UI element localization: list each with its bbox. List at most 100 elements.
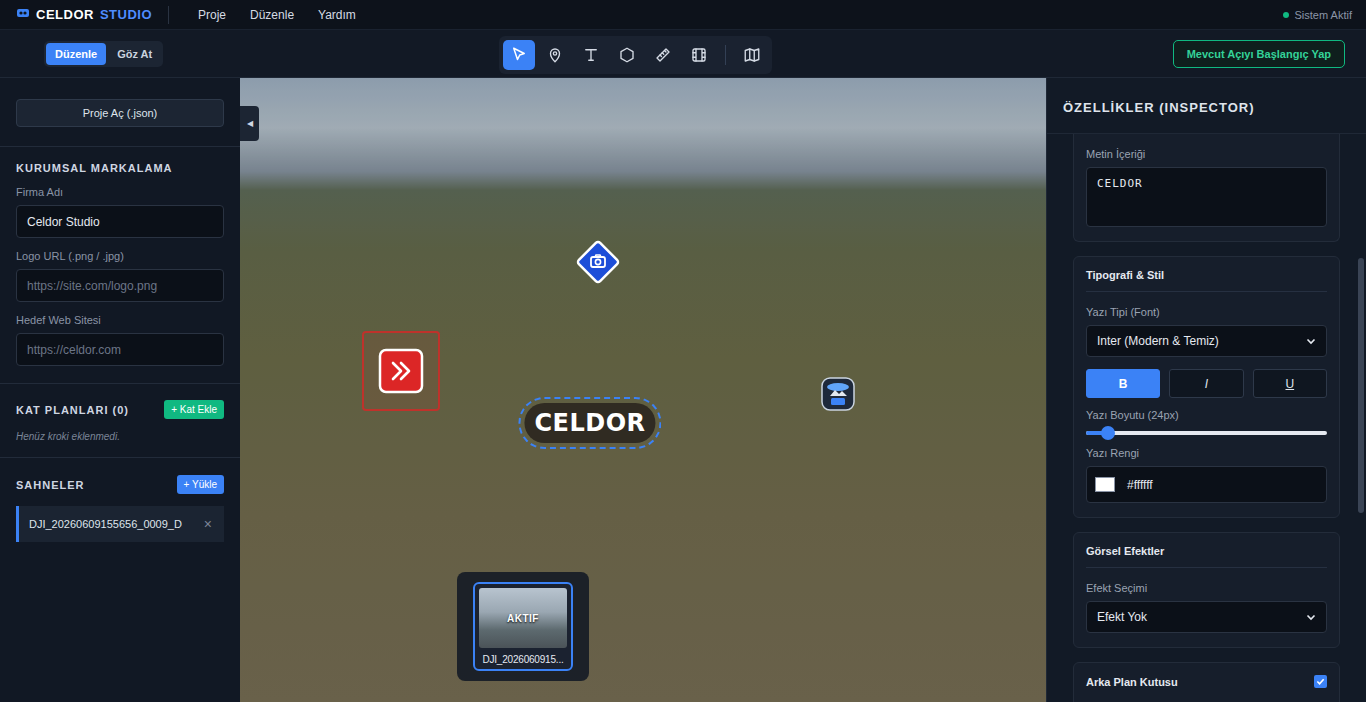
element: SAHNELER + Yükle: [16, 475, 224, 494]
background-checkbox[interactable]: [1314, 675, 1327, 688]
add-floor-button[interactable]: + Kat Ekle: [164, 400, 224, 419]
mode-button[interactable]: Göz At: [108, 43, 161, 65]
text-field[interactable]: https://celdor.com: [16, 333, 224, 366]
text-content-field[interactable]: CELDOR: [1086, 167, 1327, 227]
color-swatch: [1095, 477, 1115, 492]
slider-thumb[interactable]: [1101, 426, 1115, 440]
film-icon: [690, 46, 708, 64]
thumbnail-label: DJI_2026060915...: [479, 654, 567, 665]
text-field[interactable]: https://site.com/logo.png: [16, 269, 224, 302]
element: [0, 383, 240, 384]
active-badge: AKTIF: [507, 613, 539, 624]
text-field[interactable]: Celdor Studio: [16, 205, 224, 238]
map-icon: [743, 46, 761, 64]
mode-button[interactable]: Düzenle: [46, 43, 106, 65]
field-label: Yazı Boyutu (24px): [1086, 409, 1327, 421]
chevron-down-icon: [1306, 612, 1316, 622]
scenes-section: SAHNELER + Yükle DJI_20260609155656_0009_D…: [0, 458, 240, 542]
section-title: KURUMSAL MARKALAMA: [16, 162, 224, 174]
text-hotspot[interactable]: CELDOR: [518, 397, 661, 449]
select-value: Inter (Modern & Temiz): [1097, 334, 1219, 348]
scene-item[interactable]: DJI_20260609155656_0009_D×: [16, 506, 224, 542]
measure-icon: [654, 46, 672, 64]
field-label: Firma Adı: [16, 186, 224, 198]
field-label: Logo URL (.png / .jpg): [16, 250, 224, 262]
left-sidebar: ◀Proje Aç (.json)KURUMSAL MARKALAMAFirma…: [0, 78, 240, 702]
top-bar: CELDOR STUDIO Proje Düzenle Yardım Sistem Akt…: [0, 0, 1366, 30]
start-view-button[interactable]: Mevcut Açıyı Başlangıç Yap: [1173, 40, 1345, 68]
scene-thumbnail[interactable]: AKTIF DJI_2026060915...: [473, 582, 573, 671]
workspace: ◀ Proje Aç (.json) KURUMSAL MARKALAMA Firma…: [0, 78, 1366, 702]
tool-separator: [725, 45, 726, 65]
style-button[interactable]: I: [1169, 369, 1243, 398]
content-card: Metin İçeriği CELDOR: [1073, 134, 1340, 242]
empty-text: Henüz kroki eklenmedi.: [16, 431, 224, 442]
tool-button[interactable]: [683, 40, 715, 70]
background-card: Arka Plan Kutusu: [1073, 662, 1340, 702]
field-label: Efekt Seçimi: [1086, 582, 1327, 594]
tool-group: [499, 36, 772, 74]
menu-item[interactable]: Proje: [198, 8, 226, 22]
polygon-icon: [618, 46, 636, 64]
floor-plans-section: KAT PLANLARI (0) + Kat Ekle Henüz kroki ek…: [0, 384, 240, 442]
card-title: Tipografi & Stil: [1086, 269, 1327, 292]
model3d-icon: [820, 376, 856, 412]
element: [0, 146, 240, 147]
model3d-hotspot[interactable]: [820, 376, 856, 412]
field-label: Yazı Rengi: [1086, 447, 1327, 459]
mode-toggle: DüzenleGöz At: [44, 41, 163, 67]
scrollbar[interactable]: [1358, 258, 1364, 513]
link-hotspot[interactable]: [362, 331, 440, 411]
pin-icon: [546, 46, 564, 64]
panorama-viewer[interactable]: CELDOR AKTIF DJI_2026060915...: [240, 78, 1046, 702]
pointer-icon: [510, 46, 528, 64]
upload-button[interactable]: + Yükle: [177, 475, 224, 494]
remove-button[interactable]: ×: [204, 516, 212, 532]
collapse-button[interactable]: ◀: [240, 106, 259, 141]
logo-icon: [16, 7, 30, 22]
field-label: Hedef Web Sitesi: [16, 314, 224, 326]
status-text: Sistem Aktif: [1295, 9, 1352, 21]
effects-card: Görsel EfektlerEfekt SeçimiEfekt Yok: [1073, 532, 1340, 648]
inspector-panel: ÖZELLİKLER (INSPECTOR)Metin İçeriğiCELDO…: [1046, 78, 1366, 702]
element: Proje Aç (.json): [0, 78, 240, 127]
tool-button[interactable]: [611, 40, 643, 70]
menu-item[interactable]: Yardım: [318, 8, 356, 22]
menu-item[interactable]: Düzenle: [250, 8, 294, 22]
field-label: Yazı Tipi (Font): [1086, 306, 1327, 318]
photo-shade: [240, 78, 1046, 702]
text-label: CELDOR: [524, 403, 655, 443]
style-button[interactable]: B: [1086, 369, 1160, 398]
thumbnail-image: AKTIF: [479, 588, 567, 648]
tool-button[interactable]: [575, 40, 607, 70]
color-value: #ffffff: [1127, 478, 1153, 492]
menu-bar: Proje Düzenle Yardım: [198, 8, 356, 22]
section-title: KAT PLANLARI (0): [16, 404, 129, 416]
effect-select[interactable]: Efekt Yok: [1086, 601, 1327, 633]
camera-hotspot[interactable]: [571, 235, 625, 289]
branding-section: KURUMSAL MARKALAMA Firma Adı Celdor Studio…: [0, 147, 240, 366]
element: [0, 457, 240, 458]
tool-button[interactable]: [647, 40, 679, 70]
text-icon: [582, 46, 600, 64]
tool-button[interactable]: [539, 40, 571, 70]
element: Arka Plan Kutusu: [1086, 675, 1327, 702]
brand-suffix: STUDIO: [100, 7, 152, 22]
brand: CELDOR STUDIO: [16, 6, 169, 24]
size-slider[interactable]: [1086, 431, 1327, 435]
typography-card: Tipografi & Stil Yazı Tipi (Font) Inter (M…: [1073, 256, 1340, 518]
font-select[interactable]: Inter (Modern & Temiz): [1086, 325, 1327, 357]
inspector-body: Metin İçeriği CELDOR Tipografi & Stil Yazı …: [1047, 134, 1366, 702]
color-field[interactable]: #ffffff: [1086, 466, 1327, 503]
tool-button[interactable]: [736, 40, 768, 70]
style-button[interactable]: U: [1253, 369, 1327, 398]
status-dot-icon: [1283, 12, 1289, 18]
tool-button[interactable]: [503, 40, 535, 70]
tool-bar: DüzenleGöz At Mevcut Açıyı Başlangıç Yap: [0, 30, 1366, 78]
field-label: Metin İçeriği: [1086, 148, 1327, 160]
style-buttons: BIU: [1086, 369, 1327, 398]
section-title: SAHNELER: [16, 479, 85, 491]
open-project-button[interactable]: Proje Aç (.json): [16, 99, 224, 127]
forward-arrows-icon: [378, 348, 424, 394]
brand-name: CELDOR: [36, 7, 94, 22]
